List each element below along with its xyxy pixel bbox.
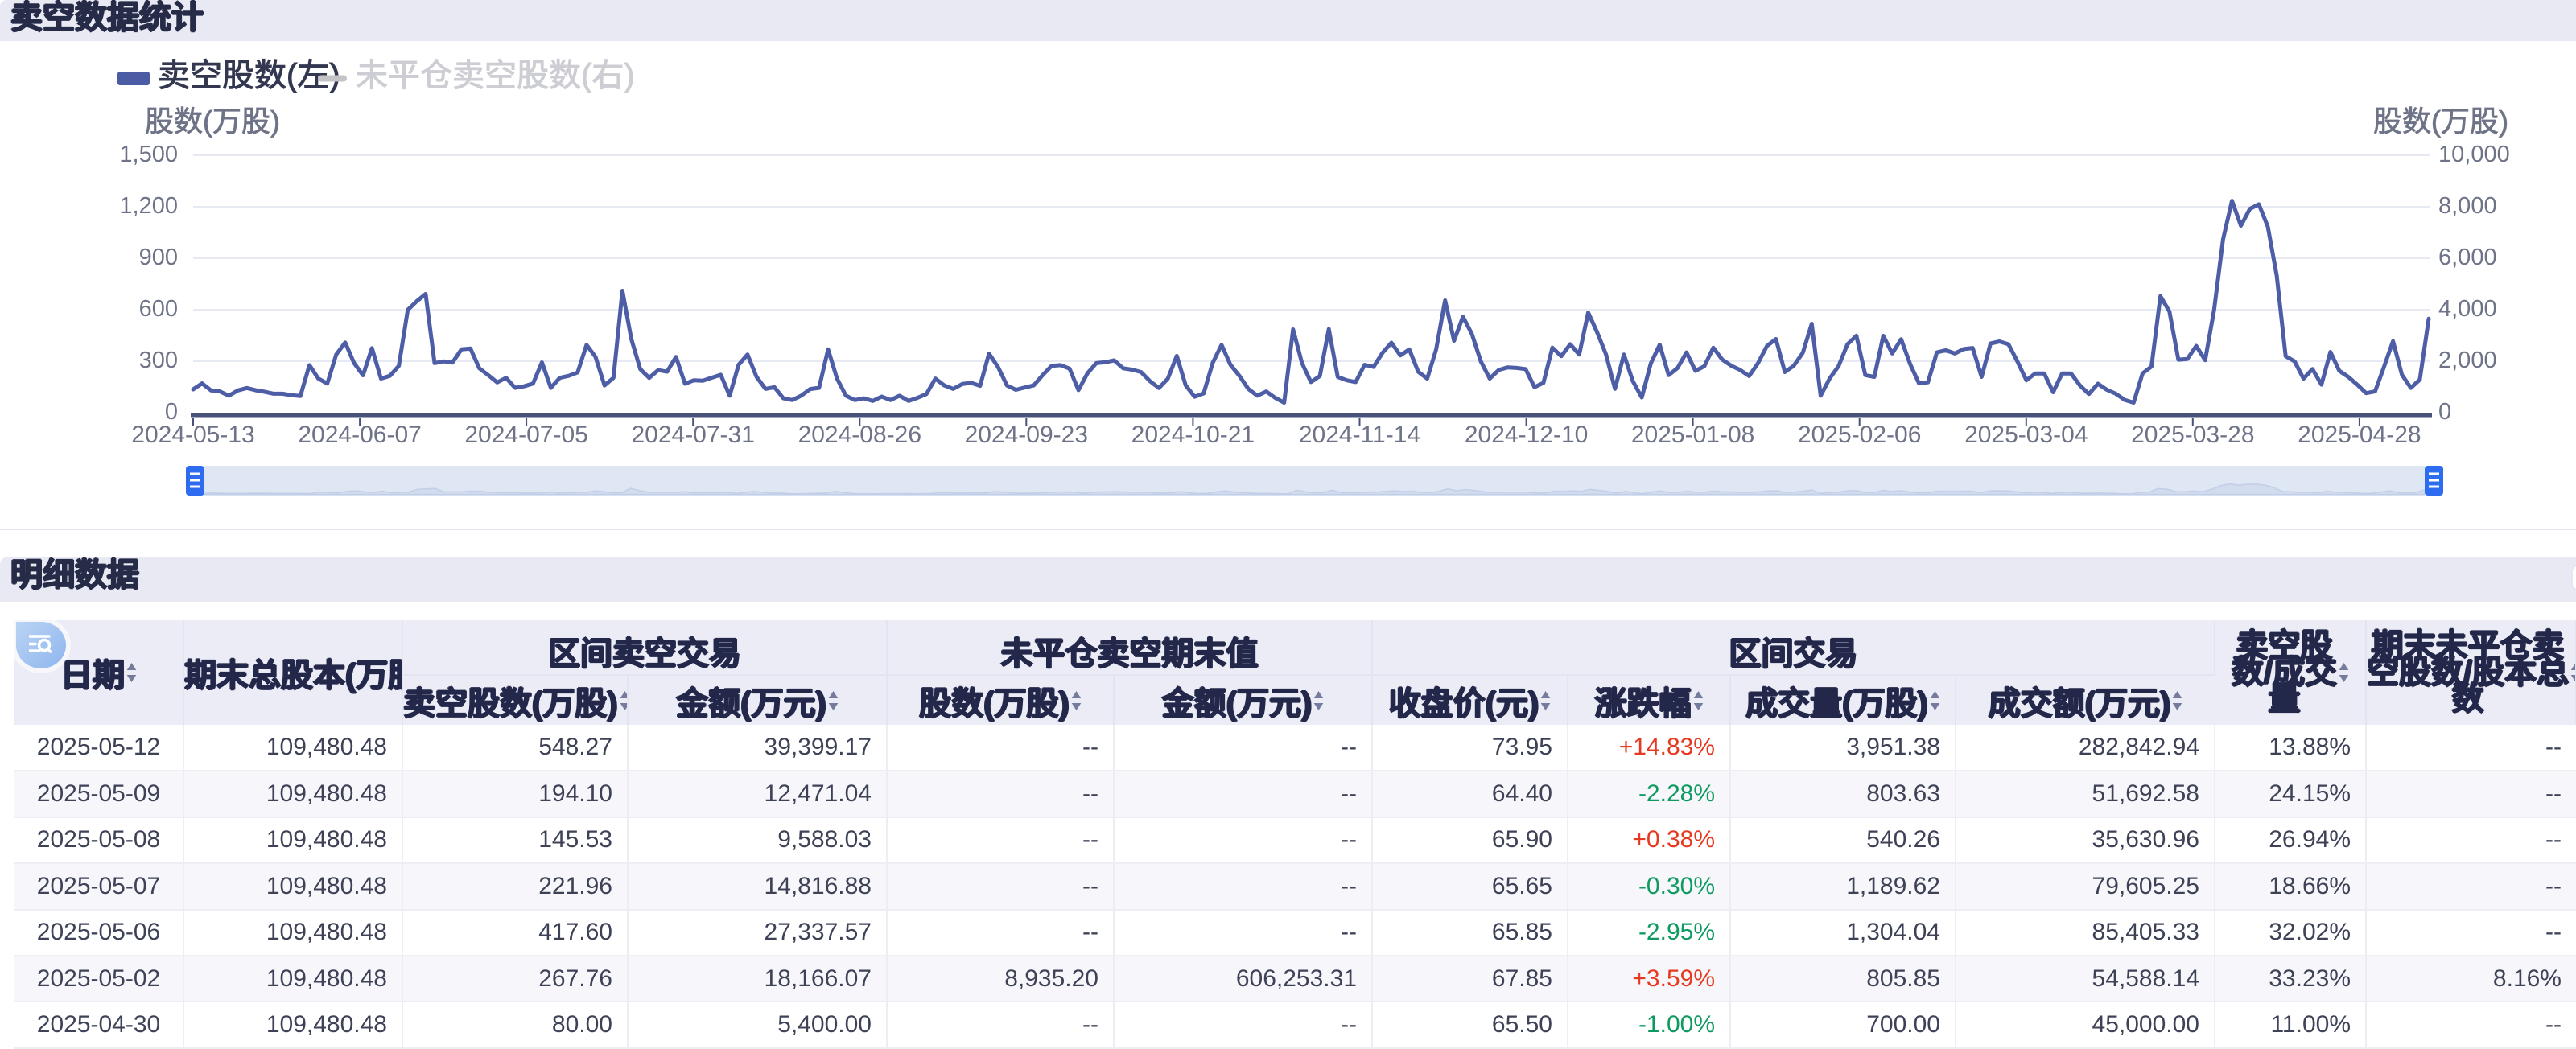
svg-text:4,000: 4,000 xyxy=(2438,296,2497,322)
svg-text:10,000: 10,000 xyxy=(2438,142,2510,167)
svg-text:2024-07-31: 2024-07-31 xyxy=(631,422,754,448)
svg-text:2,000: 2,000 xyxy=(2438,348,2497,373)
svg-text:600: 600 xyxy=(139,296,178,322)
svg-text:300: 300 xyxy=(139,348,178,373)
svg-text:2025-02-06: 2025-02-06 xyxy=(1798,422,1921,448)
svg-text:2025-03-04: 2025-03-04 xyxy=(1964,422,2088,448)
svg-text:2024-10-21: 2024-10-21 xyxy=(1131,422,1255,448)
svg-text:6,000: 6,000 xyxy=(2438,245,2497,270)
svg-text:8,000: 8,000 xyxy=(2438,193,2497,219)
svg-text:900: 900 xyxy=(139,245,178,270)
svg-text:2024-08-26: 2024-08-26 xyxy=(798,422,921,448)
svg-text:卖空股数(左): 卖空股数(左) xyxy=(158,58,340,93)
svg-text:2024-07-05: 2024-07-05 xyxy=(464,422,587,448)
svg-text:0: 0 xyxy=(2438,399,2451,425)
svg-text:2024-09-23: 2024-09-23 xyxy=(965,422,1088,448)
svg-text:2025-03-28: 2025-03-28 xyxy=(2131,422,2254,448)
svg-text:2025-04-28: 2025-04-28 xyxy=(2298,422,2421,448)
svg-text:1,200: 1,200 xyxy=(119,193,178,219)
svg-text:1,500: 1,500 xyxy=(119,142,178,167)
svg-text:股数(万股): 股数(万股) xyxy=(145,105,280,138)
svg-text:2024-11-14: 2024-11-14 xyxy=(1299,422,1420,448)
svg-text:股数(万股): 股数(万股) xyxy=(2373,105,2508,138)
svg-text:2025-01-08: 2025-01-08 xyxy=(1631,422,1754,448)
svg-text:2024-12-10: 2024-12-10 xyxy=(1465,422,1588,448)
svg-text:2024-05-13: 2024-05-13 xyxy=(131,422,254,448)
svg-text:未平仓卖空股数(右): 未平仓卖空股数(右) xyxy=(356,58,635,93)
svg-text:2024-06-07: 2024-06-07 xyxy=(298,422,421,448)
